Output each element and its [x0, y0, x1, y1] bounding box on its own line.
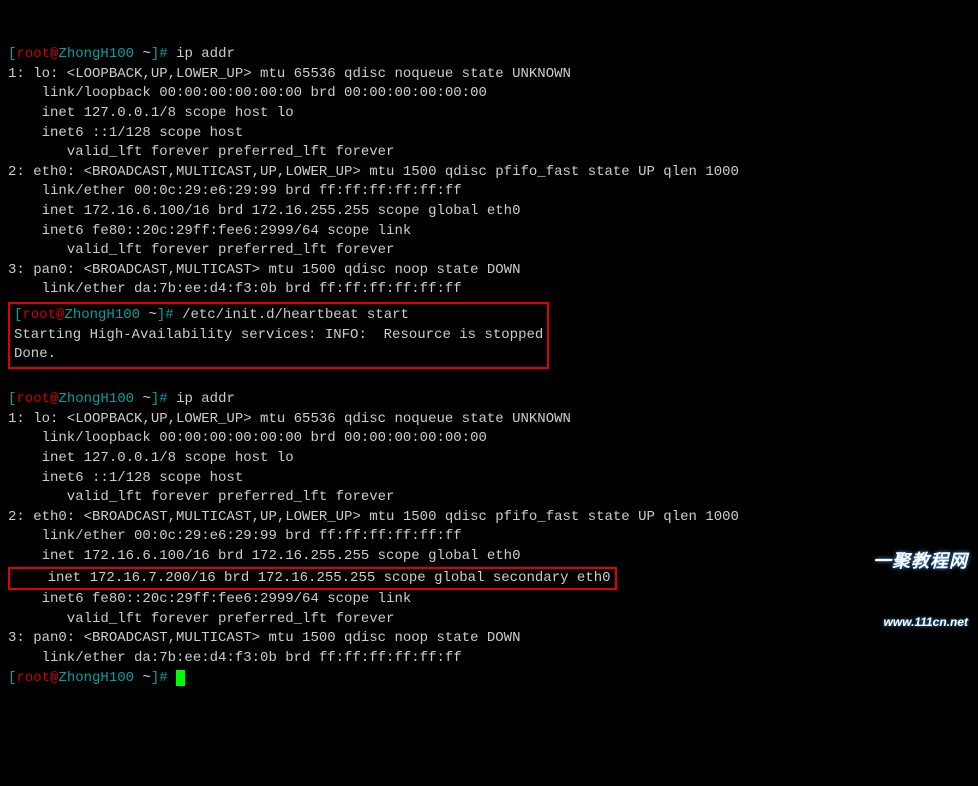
- prompt-close-bracket: ]#: [151, 670, 168, 686]
- prompt-at: @: [50, 670, 58, 686]
- output-line: inet6 ::1/128 scope host: [8, 124, 970, 144]
- output-line: link/ether 00:0c:29:e6:29:99 brd ff:ff:f…: [8, 527, 970, 547]
- output-line: link/ether da:7b:ee:d4:f3:0b brd ff:ff:f…: [8, 649, 970, 669]
- output-line: inet 127.0.0.1/8 scope host lo: [8, 104, 970, 124]
- prompt-path: ~: [142, 46, 150, 62]
- prompt-close-bracket: ]#: [151, 46, 168, 62]
- output-line: inet 127.0.0.1/8 scope host lo: [8, 449, 970, 469]
- shell-prompt: [root@ZhongH100 ~]#: [8, 46, 168, 62]
- output-line: valid_lft forever preferred_lft forever: [8, 488, 970, 508]
- output-line: link/loopback 00:00:00:00:00:00 brd 00:0…: [8, 84, 970, 104]
- prompt-open-bracket: [: [8, 670, 16, 686]
- output-line: inet 172.16.6.100/16 brd 172.16.255.255 …: [8, 547, 970, 567]
- prompt-close-bracket: ]#: [157, 307, 174, 323]
- output-line: 3: pan0: <BROADCAST,MULTICAST> mtu 1500 …: [8, 261, 970, 281]
- prompt-close-bracket: ]#: [151, 391, 168, 407]
- prompt-user: root: [16, 670, 50, 686]
- cmd-heartbeat-start[interactable]: /etc/init.d/heartbeat start: [182, 307, 409, 323]
- output-line: 3: pan0: <BROADCAST,MULTICAST> mtu 1500 …: [8, 629, 970, 649]
- output-line: 1: lo: <LOOPBACK,UP,LOWER_UP> mtu 65536 …: [8, 410, 970, 430]
- prompt-path: ~: [148, 307, 156, 323]
- output-line: inet 172.16.6.100/16 brd 172.16.255.255 …: [8, 202, 970, 222]
- output-line: link/ether 00:0c:29:e6:29:99 brd ff:ff:f…: [8, 182, 970, 202]
- shell-prompt: [root@ZhongH100 ~]#: [8, 670, 168, 686]
- output-line: valid_lft forever preferred_lft forever: [8, 241, 970, 261]
- output-line: valid_lft forever preferred_lft forever: [8, 143, 970, 163]
- shell-prompt: [root@ZhongH100 ~]#: [8, 391, 168, 407]
- prompt-user: root: [16, 46, 50, 62]
- terminal-cursor[interactable]: [176, 670, 185, 686]
- output-line: 1: lo: <LOOPBACK,UP,LOWER_UP> mtu 65536 …: [8, 65, 970, 85]
- highlight-box-heartbeat: [root@ZhongH100 ~]# /etc/init.d/heartbea…: [8, 302, 549, 369]
- output-line: valid_lft forever preferred_lft forever: [8, 610, 970, 630]
- highlight-box-vip: inet 172.16.7.200/16 brd 172.16.255.255 …: [8, 567, 617, 591]
- prompt-path: ~: [142, 670, 150, 686]
- cmd-ip-addr-1[interactable]: ip addr: [176, 46, 235, 62]
- output-line: 2: eth0: <BROADCAST,MULTICAST,UP,LOWER_U…: [8, 163, 970, 183]
- output-line: inet6 fe80::20c:29ff:fee6:2999/64 scope …: [8, 590, 970, 610]
- output-line: inet6 ::1/128 scope host: [8, 469, 970, 489]
- prompt-path: ~: [142, 391, 150, 407]
- prompt-host: ZhongH100: [58, 46, 134, 62]
- output-line: Done.: [14, 345, 543, 365]
- prompt-user: root: [16, 391, 50, 407]
- prompt-user: root: [22, 307, 56, 323]
- prompt-host: ZhongH100: [58, 391, 134, 407]
- output-line: 2: eth0: <BROADCAST,MULTICAST,UP,LOWER_U…: [8, 508, 970, 528]
- shell-prompt: [root@ZhongH100 ~]#: [14, 307, 174, 323]
- output-line: link/ether da:7b:ee:d4:f3:0b brd ff:ff:f…: [8, 280, 970, 300]
- prompt-host: ZhongH100: [64, 307, 140, 323]
- prompt-host: ZhongH100: [58, 670, 134, 686]
- output-line: link/loopback 00:00:00:00:00:00 brd 00:0…: [8, 429, 970, 449]
- output-line: inet6 fe80::20c:29ff:fee6:2999/64 scope …: [8, 222, 970, 242]
- output-line: Starting High-Availability services: INF…: [14, 326, 543, 346]
- cmd-ip-addr-2[interactable]: ip addr: [176, 391, 235, 407]
